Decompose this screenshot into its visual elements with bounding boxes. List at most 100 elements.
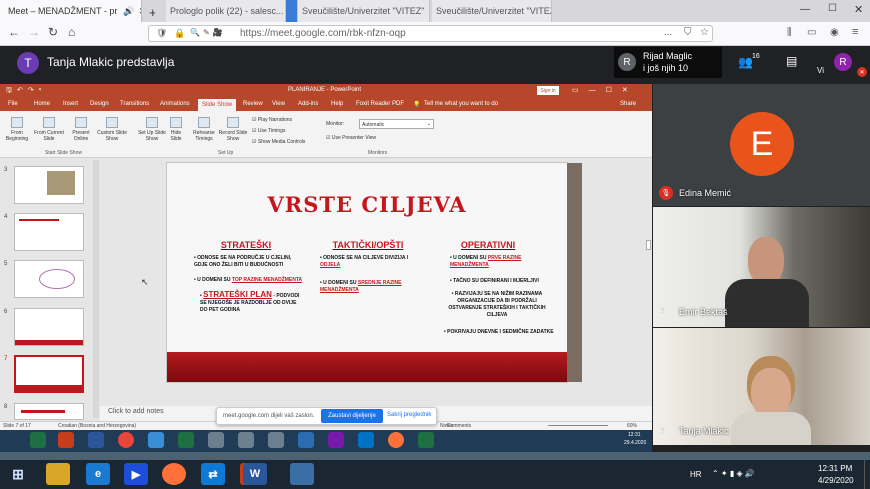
sidebar-icon[interactable]: ▭: [807, 27, 816, 38]
new-tab-icon[interactable]: +: [145, 1, 155, 23]
set-up-slide-show-button[interactable]: Set Up Slide Show: [138, 117, 166, 142]
slide-thumbnail[interactable]: [14, 308, 84, 346]
ppt-tab-view[interactable]: View: [272, 101, 285, 107]
participant-tile-emir[interactable]: ⦙⦙ Emir Bektaš: [653, 207, 870, 327]
slide-scrollbar-thumb[interactable]: [646, 240, 651, 250]
site-permissions-icon[interactable]: 🔍✎🎥: [190, 28, 226, 37]
outlook-icon[interactable]: [358, 432, 374, 448]
teamviewer-icon[interactable]: ⇄: [201, 463, 225, 485]
tab-3[interactable]: [286, 0, 298, 22]
record-slide-show-button[interactable]: Record Slide Show: [218, 117, 248, 142]
ppt-tab-insert[interactable]: Insert: [63, 101, 78, 107]
play-narrations-checkbox[interactable]: ☑ Play Narrations: [252, 117, 292, 123]
hide-slide-button[interactable]: Hide Slide: [166, 117, 186, 142]
rehearse-timings-button[interactable]: Rehearse Timings: [190, 117, 218, 142]
from-beginning-button[interactable]: From Beginning: [2, 117, 32, 142]
system-time[interactable]: 12:31 PM: [818, 464, 852, 473]
slide-thumbnail[interactable]: [14, 403, 84, 420]
shield-icon[interactable]: 🛡: [156, 28, 167, 39]
slide-thumbnail[interactable]: [14, 166, 84, 204]
thumbnail-scrollbar[interactable]: [93, 160, 99, 418]
lock-icon[interactable]: 🔒: [174, 28, 185, 39]
participant-tile-tanja[interactable]: ⦙⦙ Tanja Mlakic: [653, 328, 870, 445]
ppt-tab-foxit[interactable]: Foxit Reader PDF: [356, 101, 404, 107]
back-icon[interactable]: ←: [8, 25, 20, 39]
ppt-window-controls-icon[interactable]: ▭—☐✕: [572, 86, 638, 94]
use-timings-checkbox[interactable]: ☑ Use Timings: [252, 128, 285, 134]
start-icon[interactable]: ⊞: [6, 463, 30, 485]
ppt-tab-addins[interactable]: Add-ins: [298, 101, 318, 107]
tell-me-search[interactable]: Tell me what you want to do: [424, 101, 498, 107]
language-indicator[interactable]: HR: [690, 470, 702, 479]
media-player-icon[interactable]: ▶: [124, 463, 148, 485]
publisher-icon[interactable]: [418, 432, 434, 448]
chrome-icon[interactable]: [118, 432, 134, 448]
tab-5[interactable]: Sveučilište/Univerzitet "VITEZ": [432, 0, 552, 22]
ppt-share-button[interactable]: Share: [620, 101, 636, 107]
pocket-icon[interactable]: ⛉: [684, 27, 692, 38]
zoom-level[interactable]: 60%: [627, 423, 637, 429]
firefox-icon[interactable]: [162, 463, 186, 485]
presenter-view-checkbox[interactable]: ☑ Use Presenter View: [326, 135, 376, 141]
maximize-icon[interactable]: ☐: [828, 3, 837, 14]
outlook-icon[interactable]: [298, 432, 314, 448]
audio-icon[interactable]: 🔊: [123, 6, 134, 17]
slide-thumbnail[interactable]: [14, 213, 84, 251]
pdf-icon[interactable]: [58, 432, 74, 448]
ppt-tab-design[interactable]: Design: [90, 101, 109, 107]
custom-slide-show-button[interactable]: Custom Slide Show: [94, 117, 130, 142]
self-avatar[interactable]: R: [834, 53, 852, 71]
explorer-icon[interactable]: [208, 432, 224, 448]
close-window-icon[interactable]: ✕: [854, 3, 863, 16]
word-icon[interactable]: [88, 432, 104, 448]
ppt-tab-slide-show[interactable]: Slide Show: [198, 99, 236, 111]
language-indicator[interactable]: Croatian (Bosnia and Herzegovina): [58, 423, 136, 429]
address-bar[interactable]: [148, 25, 713, 42]
file-explorer-icon[interactable]: [46, 463, 70, 485]
account-icon[interactable]: ◉: [830, 27, 839, 38]
page-actions-icon[interactable]: ...: [664, 27, 672, 38]
monitor-select[interactable]: Automatic ⌄: [359, 119, 434, 129]
ppt-tab-animations[interactable]: Animations: [160, 101, 190, 107]
forward-icon[interactable]: →: [28, 25, 40, 39]
network-icon[interactable]: [148, 432, 164, 448]
explorer-icon[interactable]: [238, 432, 254, 448]
stop-sharing-button[interactable]: Zaustavi dijeljenje: [321, 409, 383, 423]
quick-access-icon[interactable]: 🖫↶↷▾: [6, 86, 46, 97]
zoom-slider[interactable]: [548, 425, 608, 426]
photos-icon[interactable]: [290, 463, 314, 485]
url-text[interactable]: https://meet.google.com/rbk-nfzn-oqp: [240, 28, 406, 39]
bookmark-star-icon[interactable]: ☆: [700, 27, 709, 38]
ppt-tab-transitions[interactable]: Transitions: [120, 101, 149, 107]
tab-meet[interactable]: Meet – MENADŽMENT - pr 🔊 ✕: [0, 0, 142, 22]
onenote-icon[interactable]: [328, 432, 344, 448]
library-icon[interactable]: ⫼: [787, 27, 792, 38]
slide-thumbnail[interactable]: [14, 260, 84, 298]
firefox-icon[interactable]: [388, 432, 404, 448]
signin-button[interactable]: Sign in: [537, 86, 559, 95]
reload-icon[interactable]: ↻: [48, 25, 58, 39]
ppt-tab-review[interactable]: Review: [243, 101, 263, 107]
close-tab-icon[interactable]: ✕: [139, 6, 141, 17]
word-icon[interactable]: W: [243, 463, 267, 485]
ppt-tab-file[interactable]: File: [8, 101, 18, 107]
explorer-icon[interactable]: [268, 432, 284, 448]
hide-browser-link[interactable]: Sakrij preglednik: [387, 412, 431, 418]
show-desktop-button[interactable]: [864, 460, 870, 489]
menu-icon[interactable]: ≡: [852, 26, 858, 38]
minimize-icon[interactable]: —: [800, 4, 810, 15]
from-current-slide-button[interactable]: From Current Slide: [32, 117, 66, 142]
ppt-tab-home[interactable]: Home: [34, 101, 50, 107]
chat-icon[interactable]: ▤: [786, 54, 797, 68]
excel-icon[interactable]: [30, 432, 46, 448]
home-icon[interactable]: ⌂: [68, 25, 75, 39]
comments-toggle[interactable]: Comments: [447, 423, 471, 429]
participant-tile-edina[interactable]: E 🎙 Edina Memić: [653, 84, 870, 206]
present-online-button[interactable]: Present Online: [68, 117, 94, 142]
slide-thumbnail-selected[interactable]: [14, 355, 84, 393]
tab-2[interactable]: Prologlo polik (22) - salesc...: [166, 0, 286, 22]
ppt-tab-help[interactable]: Help: [331, 101, 343, 107]
excel-icon[interactable]: [178, 432, 194, 448]
internet-explorer-icon[interactable]: e: [86, 463, 110, 485]
tray-icons[interactable]: ⌃ ✦ ▮ ◈ 🔊: [712, 469, 755, 478]
